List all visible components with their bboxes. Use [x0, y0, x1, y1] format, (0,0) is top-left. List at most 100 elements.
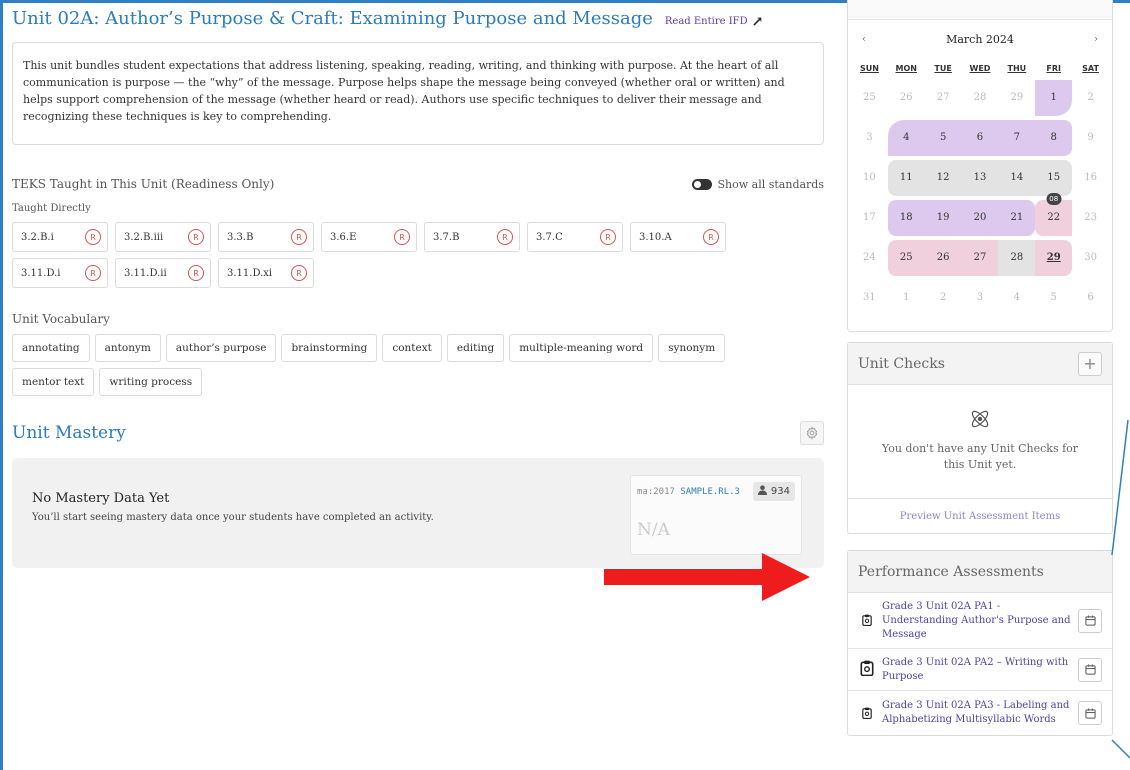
- calendar-day[interactable]: 9: [1072, 120, 1109, 156]
- calendar-day[interactable]: 1: [1035, 80, 1073, 116]
- day-number: 19: [936, 212, 950, 223]
- calendar-day[interactable]: 28: [998, 240, 1036, 276]
- preview-assessment-link[interactable]: Preview Unit Assessment Items: [848, 499, 1112, 533]
- performance-item[interactable]: Grade 3 Unit 02A PA2 – Writing with Purp…: [848, 649, 1112, 691]
- calendar-day[interactable]: 22 08: [1035, 193, 1073, 236]
- teks-chip[interactable]: 3.11.D.i R: [12, 258, 108, 288]
- calendar-day[interactable]: 26: [888, 80, 925, 116]
- calendar-day[interactable]: 20: [961, 200, 999, 236]
- performance-item-title[interactable]: Grade 3 Unit 02A PA2 – Writing with Purp…: [876, 656, 1078, 684]
- teks-chip[interactable]: 3.11.D.ii R: [115, 258, 211, 288]
- vocab-chip[interactable]: antonym: [94, 334, 161, 362]
- calendar-day[interactable]: 2: [925, 280, 962, 316]
- vocab-chip[interactable]: brainstorming: [281, 334, 378, 362]
- day-number: 15: [1047, 172, 1061, 183]
- calendar-day[interactable]: 17: [851, 200, 888, 236]
- toggle-switch[interactable]: [691, 178, 712, 190]
- vocab-chip[interactable]: context: [382, 334, 442, 362]
- calendar-day[interactable]: 18: [887, 200, 925, 236]
- vocab-chip[interactable]: author’s purpose: [165, 334, 277, 362]
- teks-chip[interactable]: 3.7.C R: [527, 222, 623, 252]
- vocab-chip[interactable]: annotating: [12, 334, 90, 362]
- calendar-day[interactable]: 19: [924, 200, 962, 236]
- teks-chip[interactable]: 3.6.E R: [321, 222, 417, 252]
- calendar-day[interactable]: 27: [961, 240, 999, 276]
- performance-panel: Performance Assessments Grade 3 Unit 02A…: [847, 550, 1113, 736]
- calendar-month: March 2024: [946, 32, 1014, 46]
- teks-chip[interactable]: 3.2.B.iii R: [115, 222, 211, 252]
- performance-item[interactable]: Grade 3 Unit 02A PA1 - Understanding Aut…: [848, 593, 1112, 649]
- calendar-day[interactable]: 5: [924, 120, 962, 156]
- add-unit-check-button[interactable]: +: [1078, 351, 1102, 376]
- toggle-label: Show all standards: [717, 177, 825, 191]
- teks-chip[interactable]: 3.3.B R: [218, 222, 314, 252]
- day-number: 4: [1013, 292, 1021, 303]
- calendar-day[interactable]: 30: [1072, 240, 1109, 276]
- vocab-chip[interactable]: editing: [446, 334, 505, 362]
- calendar-top-strip: [848, 0, 1112, 20]
- teks-chip[interactable]: 3.7.B R: [424, 222, 520, 252]
- calendar-day[interactable]: 4: [998, 280, 1035, 316]
- calendar-day[interactable]: 26: [924, 240, 962, 276]
- calendar-day[interactable]: 3: [851, 120, 888, 156]
- calendar-day[interactable]: 12: [924, 160, 962, 196]
- day-number: 28: [973, 92, 987, 103]
- performance-item[interactable]: Grade 3 Unit 02A PA3 - Labeling and Alph…: [848, 691, 1112, 735]
- vocab-chip[interactable]: multiple-meaning word: [509, 334, 654, 362]
- calendar-day[interactable]: 25: [887, 240, 925, 276]
- prev-month-button[interactable]: ‹: [862, 34, 866, 45]
- calendar-day[interactable]: 8: [1035, 120, 1073, 156]
- calendar-day[interactable]: 13: [961, 160, 999, 196]
- teks-code: 3.11.D.i: [21, 267, 61, 279]
- calendar-day[interactable]: 1: [888, 280, 925, 316]
- teks-chip[interactable]: 3.11.D.xi R: [218, 258, 314, 288]
- calendar-day[interactable]: 15: [1035, 160, 1073, 196]
- calendar-day[interactable]: 27: [925, 80, 962, 116]
- calendar-weeks: 25 26 27 28 29 1 2 3 4 5 6 7 8 9 10 11 12 13 14 15 16 17 18 19 2…: [848, 78, 1112, 318]
- calendar-day[interactable]: 29: [1035, 240, 1073, 276]
- user-icon: [757, 485, 767, 498]
- calendar-day[interactable]: 23: [1072, 200, 1109, 236]
- calendar-day[interactable]: 3: [962, 280, 999, 316]
- teks-chip[interactable]: 3.2.B.i R: [12, 222, 108, 252]
- calendar-day[interactable]: 5: [1035, 280, 1072, 316]
- vocab-chip[interactable]: mentor text: [12, 368, 95, 396]
- teks-chip[interactable]: 3.10.A R: [630, 222, 726, 252]
- read-ifd-link[interactable]: Read Entire IFD ↗: [665, 14, 763, 30]
- calendar-day[interactable]: 28: [962, 80, 999, 116]
- schedule-button[interactable]: [1078, 608, 1102, 633]
- performance-item-title[interactable]: Grade 3 Unit 02A PA1 - Understanding Aut…: [876, 600, 1078, 642]
- calendar-day[interactable]: 4: [887, 120, 925, 156]
- mastery-settings-button[interactable]: [800, 421, 824, 445]
- day-number: 14: [1010, 172, 1024, 183]
- schedule-button[interactable]: [1078, 657, 1102, 682]
- day-number: 3: [866, 132, 873, 143]
- calendar-day[interactable]: 29: [998, 80, 1035, 116]
- next-month-button[interactable]: ›: [1094, 34, 1098, 45]
- calendar-day[interactable]: 6: [961, 120, 999, 156]
- performance-item-title[interactable]: Grade 3 Unit 02A PA3 - Labeling and Alph…: [876, 699, 1078, 727]
- vocab-chip[interactable]: synonym: [658, 334, 726, 362]
- student-count: 934: [770, 486, 790, 497]
- day-number: 24: [863, 252, 876, 263]
- calendar-day[interactable]: 25: [851, 80, 888, 116]
- vocab-chip[interactable]: writing process: [99, 368, 203, 396]
- mastery-standard-card[interactable]: ma:2017 SAMPLE.RL.3 934 N/A: [630, 475, 802, 555]
- day-number: 16: [1084, 172, 1097, 183]
- day-number: 26: [936, 252, 950, 263]
- calendar-day[interactable]: 14: [998, 160, 1036, 196]
- calendar-day[interactable]: 31: [851, 280, 888, 316]
- calendar-day[interactable]: 6: [1072, 280, 1109, 316]
- calendar-day[interactable]: 21: [998, 200, 1036, 236]
- teks-list: 3.2.B.i R 3.2.B.iii R 3.3.B R 3.6.E R 3.7.B R 3.7.…: [12, 222, 824, 288]
- calendar-day[interactable]: 10: [851, 160, 888, 196]
- calendar-day[interactable]: 24: [851, 240, 888, 276]
- unit-checks-body: You don't have any Unit Checks for this …: [848, 385, 1112, 499]
- schedule-button[interactable]: [1078, 701, 1102, 725]
- day-number: 6: [1087, 292, 1094, 303]
- calendar-day[interactable]: 11: [887, 160, 925, 196]
- calendar-day[interactable]: 7: [998, 120, 1036, 156]
- calendar-day[interactable]: 2: [1072, 80, 1109, 116]
- show-all-standards-toggle[interactable]: Show all standards: [691, 177, 825, 191]
- calendar-day[interactable]: 16: [1072, 160, 1109, 196]
